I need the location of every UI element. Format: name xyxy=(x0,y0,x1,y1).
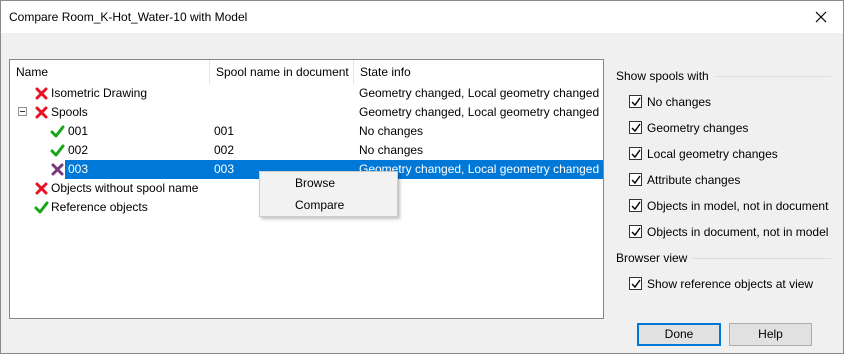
green-check-icon xyxy=(50,144,65,157)
collapse-toggle[interactable] xyxy=(18,107,27,116)
menu-item-browse[interactable]: Browse xyxy=(261,173,396,194)
red-x-icon xyxy=(51,163,64,176)
tree-row-isometric-drawing[interactable]: Isometric Drawing Geometry changed, Loca… xyxy=(10,84,603,103)
red-x-icon xyxy=(35,106,48,119)
checkbox[interactable] xyxy=(629,95,642,108)
checkbox-label: Objects in document, not in model xyxy=(647,225,829,239)
checkbox-label: Local geometry changes xyxy=(647,147,778,161)
red-x-icon xyxy=(35,87,48,100)
tree-row-spools[interactable]: Spools Geometry changed, Local geometry … xyxy=(10,103,603,122)
spool-name-cell: 002 xyxy=(214,143,235,157)
state-info-cell: Geometry changed, Local geometry changed xyxy=(359,86,600,100)
checkbox-label: Geometry changes xyxy=(647,121,749,135)
state-info-cell: No changes xyxy=(359,124,424,138)
column-header-state-info[interactable]: State info xyxy=(354,60,603,84)
checkmark-icon xyxy=(631,97,641,107)
checkbox-label: Attribute changes xyxy=(647,173,741,187)
checkmark-icon xyxy=(631,201,641,211)
tree-row-spool-001[interactable]: 001 001 No changes xyxy=(10,122,603,141)
checkbox[interactable] xyxy=(629,225,642,238)
group-title-show-spools: Show spools with xyxy=(616,69,715,83)
spool-name-cell: 003 xyxy=(214,162,235,176)
compare-dialog: Compare Room_K-Hot_Water-10 with Model N… xyxy=(0,0,844,354)
help-button[interactable]: Help xyxy=(729,323,812,346)
checkmark-icon xyxy=(631,175,641,185)
window-title: Compare Room_K-Hot_Water-10 with Model xyxy=(9,10,248,24)
checkmark-icon xyxy=(631,227,641,237)
title-bar: Compare Room_K-Hot_Water-10 with Model xyxy=(1,1,843,33)
tree-row-spool-002[interactable]: 002 002 No changes xyxy=(10,141,603,160)
tree-item-label: 003 xyxy=(68,162,89,176)
column-header-spool-name[interactable]: Spool name in document xyxy=(210,60,353,84)
menu-item-compare[interactable]: Compare xyxy=(261,195,396,216)
green-check-icon xyxy=(34,201,49,214)
checkbox[interactable] xyxy=(629,121,642,134)
green-check-icon xyxy=(50,125,65,138)
checkbox[interactable] xyxy=(629,147,642,160)
tree-item-label: 002 xyxy=(68,143,89,157)
spool-name-cell: 001 xyxy=(214,124,235,138)
close-icon xyxy=(815,11,827,23)
column-header-name[interactable]: Name xyxy=(10,60,209,84)
red-x-icon xyxy=(35,182,48,195)
checkbox[interactable] xyxy=(629,199,642,212)
checkbox-label: Show reference objects at view xyxy=(647,277,814,291)
close-button[interactable] xyxy=(799,1,843,33)
context-menu: Browse Compare xyxy=(259,171,398,217)
state-info-cell: Geometry changed, Local geometry changed xyxy=(359,105,600,119)
checkbox[interactable] xyxy=(629,277,642,290)
tree-item-label: Spools xyxy=(51,105,88,119)
tree-item-label: 001 xyxy=(68,124,89,138)
tree-item-label: Objects without spool name xyxy=(51,181,199,195)
done-button[interactable]: Done xyxy=(637,323,721,346)
checkmark-icon xyxy=(631,279,641,289)
state-info-cell: No changes xyxy=(359,143,424,157)
checkbox-label: No changes xyxy=(647,95,712,109)
checkbox[interactable] xyxy=(629,173,642,186)
tree-item-label: Reference objects xyxy=(51,200,148,214)
checkbox-label: Objects in model, not in document xyxy=(647,199,829,213)
group-title-browser-view: Browser view xyxy=(616,251,694,265)
checkmark-icon xyxy=(631,149,641,159)
checkmark-icon xyxy=(631,123,641,133)
tree-item-label: Isometric Drawing xyxy=(51,86,148,100)
